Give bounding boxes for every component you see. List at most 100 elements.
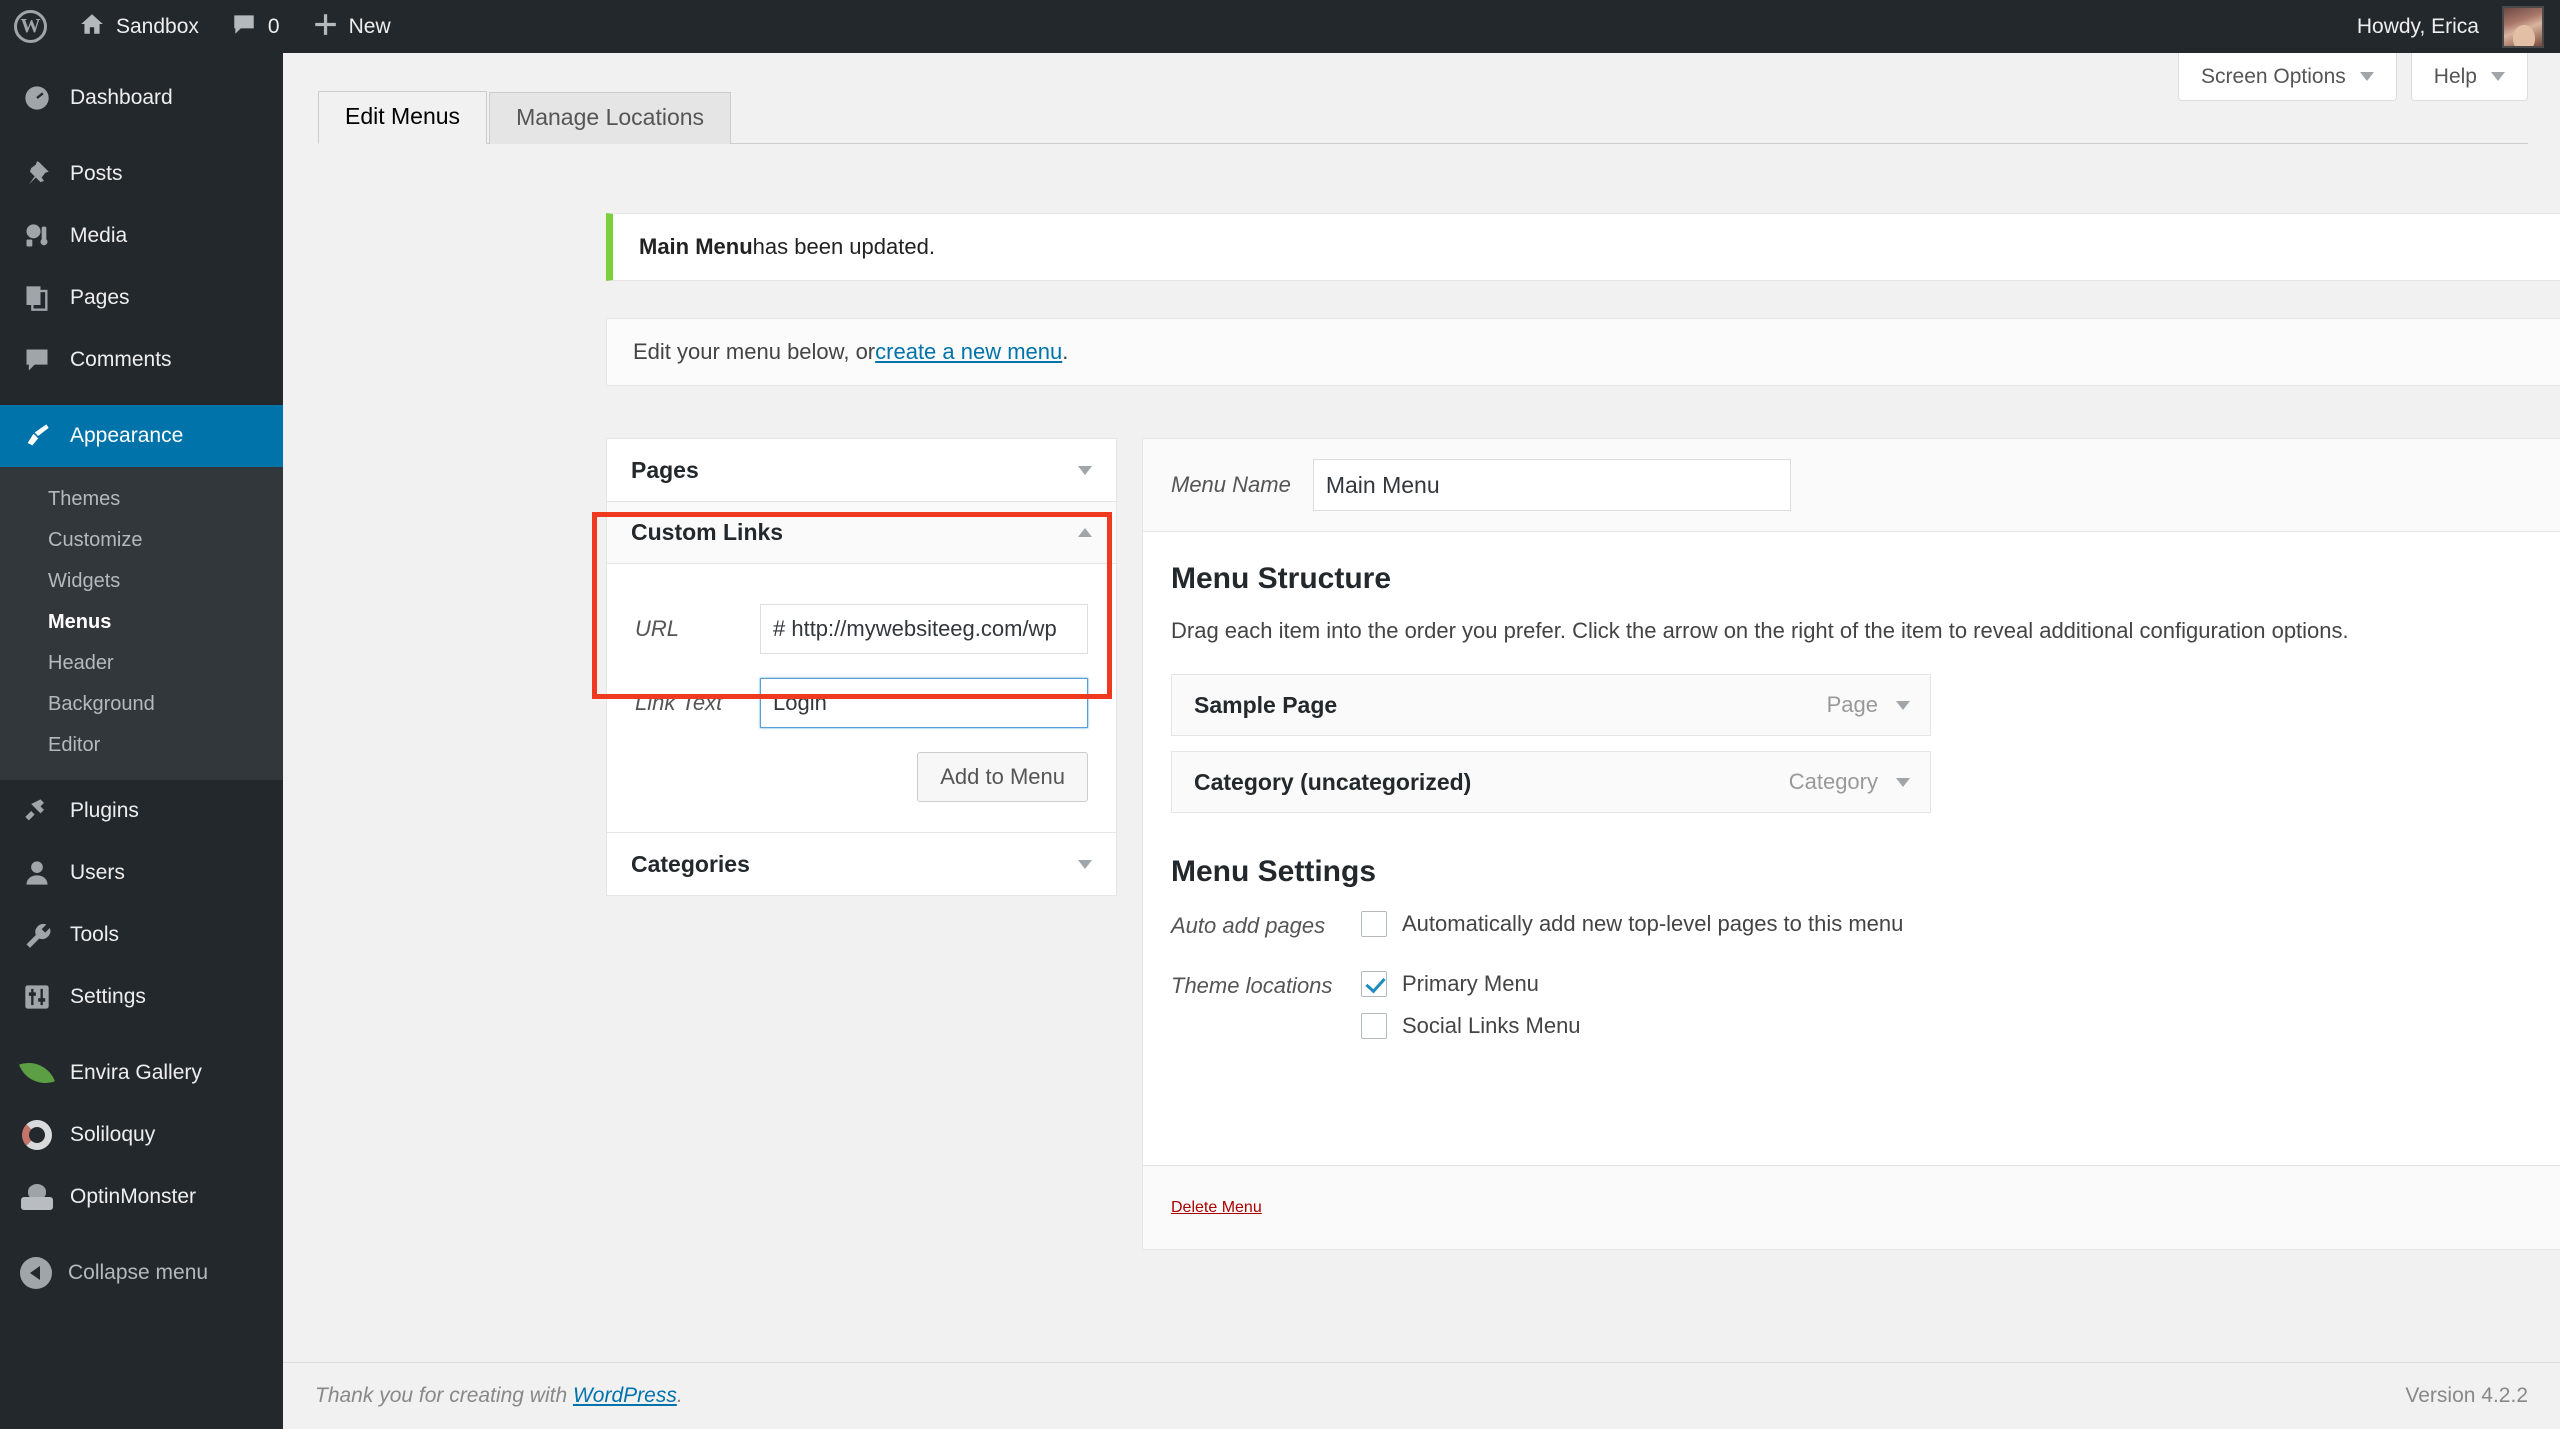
auto-add-pages-options: Automatically add new top-level pages to…	[1361, 911, 1903, 953]
submenu-item-themes[interactable]: Themes	[0, 479, 283, 520]
submenu-item-menus[interactable]: Menus	[0, 602, 283, 643]
appearance-submenu: Themes Customize Widgets Menus Header Ba…	[0, 467, 283, 780]
sidebar-item-optinmonster[interactable]: OptinMonster	[0, 1166, 283, 1228]
primary-menu-checkbox[interactable]	[1361, 971, 1387, 997]
menu-structure-title: Menu Structure	[1171, 562, 1392, 595]
collapse-menu-label: Collapse menu	[68, 1261, 209, 1284]
new-label: New	[348, 14, 391, 38]
edit-menu-hint: Edit your menu below, or create a new me…	[606, 318, 2560, 386]
sidebar-item-envira-gallery[interactable]: Envira Gallery	[0, 1042, 283, 1104]
dashboard-icon	[20, 81, 54, 115]
new-content-button[interactable]: New	[296, 0, 407, 53]
create-new-menu-link[interactable]: create a new menu	[875, 339, 1062, 365]
wordpress-logo-button[interactable]: W	[0, 0, 63, 53]
theme-locations-row: Theme locations Primary Menu Social Link…	[1171, 971, 2560, 1055]
menu-item-title: Sample Page	[1194, 691, 1338, 718]
accordion-panel-categories[interactable]: Categories	[606, 832, 1117, 896]
sidebar-item-pages[interactable]: Pages	[0, 267, 283, 329]
accordion-panel-pages[interactable]: Pages	[606, 438, 1117, 502]
footer-thanks-before: Thank you for creating with	[315, 1384, 573, 1407]
sidebar-item-comments[interactable]: Comments	[0, 329, 283, 391]
comments-button[interactable]: 0	[215, 0, 296, 53]
wrench-icon	[20, 918, 54, 952]
sidebar-item-tools[interactable]: Tools	[0, 904, 283, 966]
add-to-menu-button[interactable]: Add to Menu	[917, 752, 1088, 802]
sidebar-item-soliloquy[interactable]: Soliloquy	[0, 1104, 283, 1166]
sidebar-item-label: Envira Gallery	[70, 1061, 202, 1084]
submenu-item-customize[interactable]: Customize	[0, 520, 283, 561]
submenu-label: Themes	[48, 488, 121, 510]
footer-thanks-after: .	[676, 1384, 683, 1407]
site-name-label: Sandbox	[116, 14, 199, 38]
menu-name-input[interactable]: Main Menu	[1312, 459, 1791, 511]
sidebar-item-posts[interactable]: Posts	[0, 143, 283, 205]
caret-down-icon[interactable]	[1896, 777, 1910, 787]
location-social-links-menu[interactable]: Social Links Menu	[1361, 1013, 1581, 1039]
accordion-head-pages[interactable]: Pages	[607, 439, 1116, 501]
submenu-item-background[interactable]: Background	[0, 684, 283, 725]
accordion-title: Pages	[631, 456, 699, 483]
menu-item-type: Page	[1826, 692, 1878, 717]
sidebar-item-label: Dashboard	[70, 86, 173, 109]
caret-down-icon[interactable]	[1078, 465, 1092, 475]
site-name-button[interactable]: Sandbox	[63, 0, 215, 53]
avatar	[2502, 5, 2544, 48]
auto-add-pages-checkbox-label: Automatically add new top-level pages to…	[1402, 911, 1904, 936]
plus-icon	[312, 11, 338, 43]
auto-add-pages-checkline[interactable]: Automatically add new top-level pages to…	[1361, 911, 1903, 937]
hint-before: Edit your menu below, or	[633, 339, 876, 364]
wordpress-link[interactable]: WordPress	[573, 1384, 677, 1407]
custom-links-body: URL # http://mywebsiteeg.com/wp Link Tex…	[607, 564, 1116, 832]
collapse-menu-button[interactable]: Collapse menu	[0, 1242, 283, 1304]
notice-strong: Main Menu	[639, 234, 753, 259]
menu-item-title: Category (uncategorized)	[1194, 768, 1472, 795]
sidebar-item-label: Appearance	[70, 424, 184, 447]
link-text-input[interactable]: Login	[760, 678, 1088, 728]
tab-manage-locations[interactable]: Manage Locations	[489, 92, 732, 144]
tab-label: Edit Menus	[345, 103, 461, 129]
delete-menu-link[interactable]: Delete Menu	[1171, 1199, 1262, 1217]
sidebar-item-label: Tools	[70, 923, 120, 946]
url-input[interactable]: # http://mywebsiteeg.com/wp	[760, 604, 1088, 654]
sidebar-item-label: Soliloquy	[70, 1123, 156, 1146]
caret-up-icon[interactable]	[1078, 528, 1092, 537]
accordion-head-custom-links[interactable]: Custom Links	[607, 502, 1116, 564]
menu-item-type: Category	[1788, 769, 1878, 794]
greeting-label: Howdy, Erica	[2356, 14, 2479, 38]
tab-edit-menus[interactable]: Edit Menus	[318, 91, 488, 144]
sidebar-item-dashboard[interactable]: Dashboard	[0, 67, 283, 129]
caret-down-icon	[2491, 72, 2505, 81]
submenu-item-widgets[interactable]: Widgets	[0, 561, 283, 602]
sidebar-item-settings[interactable]: Settings	[0, 966, 283, 1028]
sidebar-gap-3	[0, 1028, 283, 1042]
primary-menu-label: Primary Menu	[1402, 971, 1539, 996]
link-text-label: Link Text	[635, 690, 723, 715]
sidebar-item-appearance[interactable]: Appearance	[0, 405, 283, 467]
theme-locations-label: Theme locations	[1171, 973, 1333, 998]
accordion-panel-custom-links[interactable]: Custom Links URL # http://mywebsiteeg.co…	[606, 501, 1117, 833]
sidebar-item-media[interactable]: Media	[0, 205, 283, 267]
notice-rest: has been updated.	[752, 234, 935, 259]
accordion-head-categories[interactable]: Categories	[607, 833, 1116, 895]
caret-down-icon[interactable]	[1896, 700, 1910, 710]
sidebar-item-users[interactable]: Users	[0, 842, 283, 904]
account-menu[interactable]: Howdy, Erica	[2341, 0, 2560, 53]
menu-item-row[interactable]: Category (uncategorized) Category	[1171, 751, 1931, 813]
add-to-menu-row: Add to Menu	[635, 752, 1088, 802]
location-primary-menu[interactable]: Primary Menu	[1361, 971, 1581, 997]
menu-edit-panel: Menu Name Main Menu Save Menu Menu Struc…	[1142, 438, 2560, 1250]
admin-sidebar: Dashboard Posts Media Pages Comments App…	[0, 53, 283, 1429]
caret-down-icon[interactable]	[1078, 859, 1092, 869]
submenu-label: Widgets	[48, 570, 121, 592]
submenu-label: Editor	[48, 734, 101, 756]
tab-label: Manage Locations	[516, 104, 705, 130]
submenu-item-editor[interactable]: Editor	[0, 725, 283, 766]
social-links-menu-checkbox[interactable]	[1361, 1013, 1387, 1039]
accordion-title: Custom Links	[631, 519, 784, 545]
menu-item-row[interactable]: Sample Page Page	[1171, 674, 1931, 736]
url-label: URL	[635, 616, 680, 641]
submenu-item-header[interactable]: Header	[0, 643, 283, 684]
auto-add-pages-checkbox[interactable]	[1361, 911, 1387, 937]
footer-thanks: Thank you for creating with WordPress.	[315, 1384, 683, 1408]
sidebar-item-plugins[interactable]: Plugins	[0, 780, 283, 842]
